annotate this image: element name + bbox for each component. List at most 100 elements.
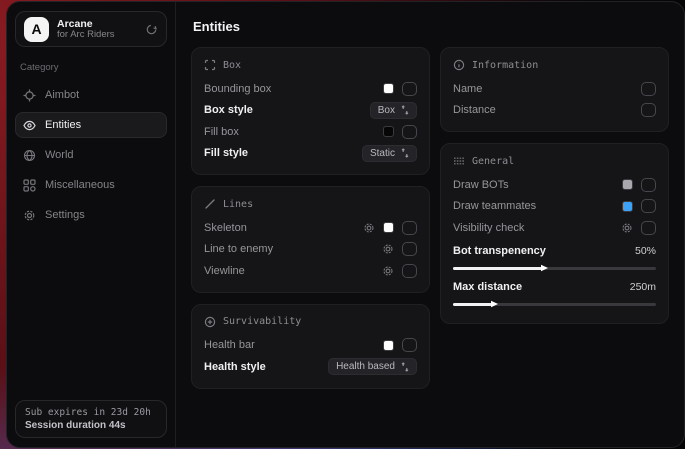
setting-row-health-style: Health style Health based [204,356,417,378]
information-card: Information Name Distance [440,47,669,132]
setting-label: Bounding box [204,83,383,95]
sliders-icon [453,155,465,167]
sidebar-item-settings[interactable]: Settings [15,202,167,228]
sidebar-item-label: Miscellaneous [45,179,115,191]
setting-label: Line to enemy [204,243,382,255]
checkbox[interactable] [641,103,656,117]
setting-row-name: Name [453,78,656,100]
sidebar-item-aimbot[interactable]: Aimbot [15,82,167,108]
sync-icon[interactable] [145,23,158,36]
color-swatch[interactable] [383,340,394,351]
entities-icon [23,119,36,132]
bot-transparency-setting: Bot transpenency 50% [453,241,656,270]
slider-label: Bot transpenency [453,245,635,257]
setting-label: Distance [453,104,641,116]
info-icon [453,59,465,71]
dropdown-value: Health based [336,361,395,372]
setting-row-skeleton: Skeleton [204,217,417,239]
card-title: Lines [223,199,253,210]
slider-thumb[interactable] [490,300,499,309]
main-content: Entities Box Bounding box [176,2,684,447]
setting-row-draw-teammates: Draw teammates [453,196,656,218]
subscription-info: Sub expires in 23d 20h Session duration … [15,400,167,438]
slider-label: Max distance [453,281,630,293]
box-style-dropdown[interactable]: Box [370,102,417,119]
checkbox[interactable] [402,242,417,256]
health-icon [204,316,216,328]
health-style-dropdown[interactable]: Health based [328,358,417,375]
color-swatch[interactable] [622,201,633,212]
diagonal-line-icon [204,198,216,210]
setting-label: Visibility check [453,222,621,234]
setting-label: Draw BOTs [453,179,622,191]
dropdown-value: Box [378,105,395,116]
setting-row-fill-box: Fill box [204,121,417,143]
slider-fill [453,303,492,306]
setting-label: Fill box [204,126,383,138]
sidebar-item-label: Aimbot [45,89,79,101]
row-settings-gear-icon[interactable] [382,265,394,277]
brackets-icon [204,59,216,71]
brand-title: Arcane [57,18,137,30]
slider-value: 250m [630,281,656,293]
checkbox[interactable] [641,199,656,213]
setting-label: Health bar [204,339,383,351]
color-swatch[interactable] [383,126,394,137]
brand-subtitle: for Arc Riders [57,30,137,41]
fill-style-dropdown[interactable]: Static [362,145,417,162]
color-swatch[interactable] [383,83,394,94]
setting-row-box-style: Box style Box [204,100,417,122]
sub-expiry-text: Sub expires in 23d 20h [25,407,157,418]
slider-fill [453,267,542,270]
row-settings-gear-icon[interactable] [363,222,375,234]
sidebar-item-label: Entities [45,119,81,131]
sidebar-nav: Aimbot Entities World [15,82,167,228]
sort-arrows-icon [401,362,409,372]
row-settings-gear-icon[interactable] [621,222,633,234]
color-swatch[interactable] [383,222,394,233]
card-title: Survivability [223,316,301,327]
brand-text: Arcane for Arc Riders [57,18,137,41]
setting-row-draw-bots: Draw BOTs [453,174,656,196]
checkbox[interactable] [402,338,417,352]
sidebar-item-label: Settings [45,209,85,221]
sidebar-item-world[interactable]: World [15,142,167,168]
checkbox[interactable] [641,178,656,192]
checkbox[interactable] [402,82,417,96]
dropdown-value: Static [370,148,395,159]
sidebar-item-entities[interactable]: Entities [15,112,167,138]
checkbox[interactable] [402,221,417,235]
session-duration-text: Session duration 44s [25,420,157,431]
brand-card: A Arcane for Arc Riders [15,11,167,47]
bot-transparency-slider[interactable] [453,267,656,270]
setting-label: Name [453,83,641,95]
setting-row-fill-style: Fill style Static [204,143,417,165]
box-card: Box Bounding box Box style Box [191,47,430,175]
slider-thumb[interactable] [540,264,549,273]
setting-label: Fill style [204,147,362,159]
checkbox[interactable] [641,82,656,96]
setting-row-visibility-check: Visibility check [453,217,656,239]
page-title: Entities [193,19,669,34]
setting-label: Skeleton [204,222,363,234]
setting-row-bounding-box: Bounding box [204,78,417,100]
setting-label: Draw teammates [453,200,622,212]
row-settings-gear-icon[interactable] [382,243,394,255]
slider-value: 50% [635,245,656,257]
sidebar-item-miscellaneous[interactable]: Miscellaneous [15,172,167,198]
setting-row-viewline: Viewline [204,260,417,282]
checkbox[interactable] [641,221,656,235]
gear-icon [23,209,36,222]
max-distance-slider[interactable] [453,303,656,306]
app-window: A Arcane for Arc Riders Category [6,1,685,448]
checkbox[interactable] [402,125,417,139]
checkbox[interactable] [402,264,417,278]
setting-row-health-bar: Health bar [204,335,417,357]
setting-label: Health style [204,361,328,373]
sort-arrows-icon [401,148,409,158]
color-swatch[interactable] [622,179,633,190]
avatar: A [24,17,49,42]
general-card: General Draw BOTs Draw teammates [440,143,669,324]
card-title: Box [223,60,241,71]
card-title: General [472,156,514,167]
